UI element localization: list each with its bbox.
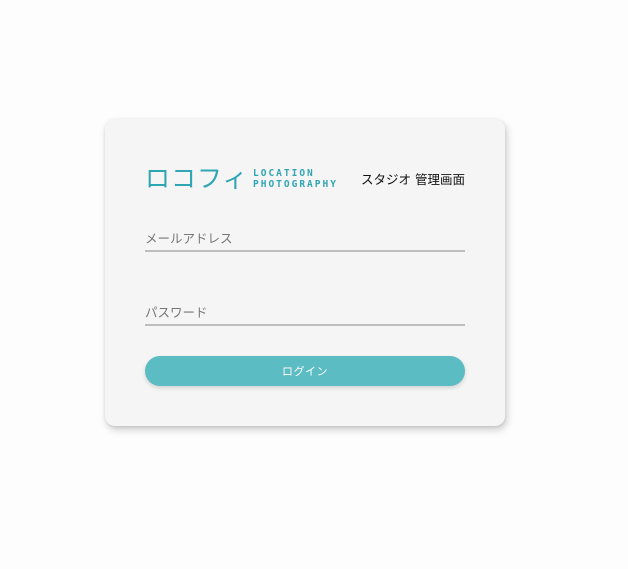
login-button[interactable]: ログイン: [145, 356, 465, 386]
password-field-wrapper: [145, 300, 465, 326]
page-subtitle: スタジオ 管理画面: [361, 172, 465, 187]
logo-text-japanese: ロコフィ: [145, 164, 249, 193]
brand-header: ロコフィ LOCATION PHOTOGRAPHY スタジオ 管理画面: [145, 163, 465, 195]
logo-line-photography: PHOTOGRAPHY: [253, 178, 338, 190]
email-field-wrapper: [145, 226, 465, 252]
password-input[interactable]: [145, 300, 465, 324]
email-input[interactable]: [145, 226, 465, 250]
login-card: ロコフィ LOCATION PHOTOGRAPHY スタジオ 管理画面 ログイン: [105, 119, 505, 426]
logo-line-location: LOCATION: [253, 168, 315, 179]
logo-text-english: LOCATION PHOTOGRAPHY: [253, 168, 353, 190]
